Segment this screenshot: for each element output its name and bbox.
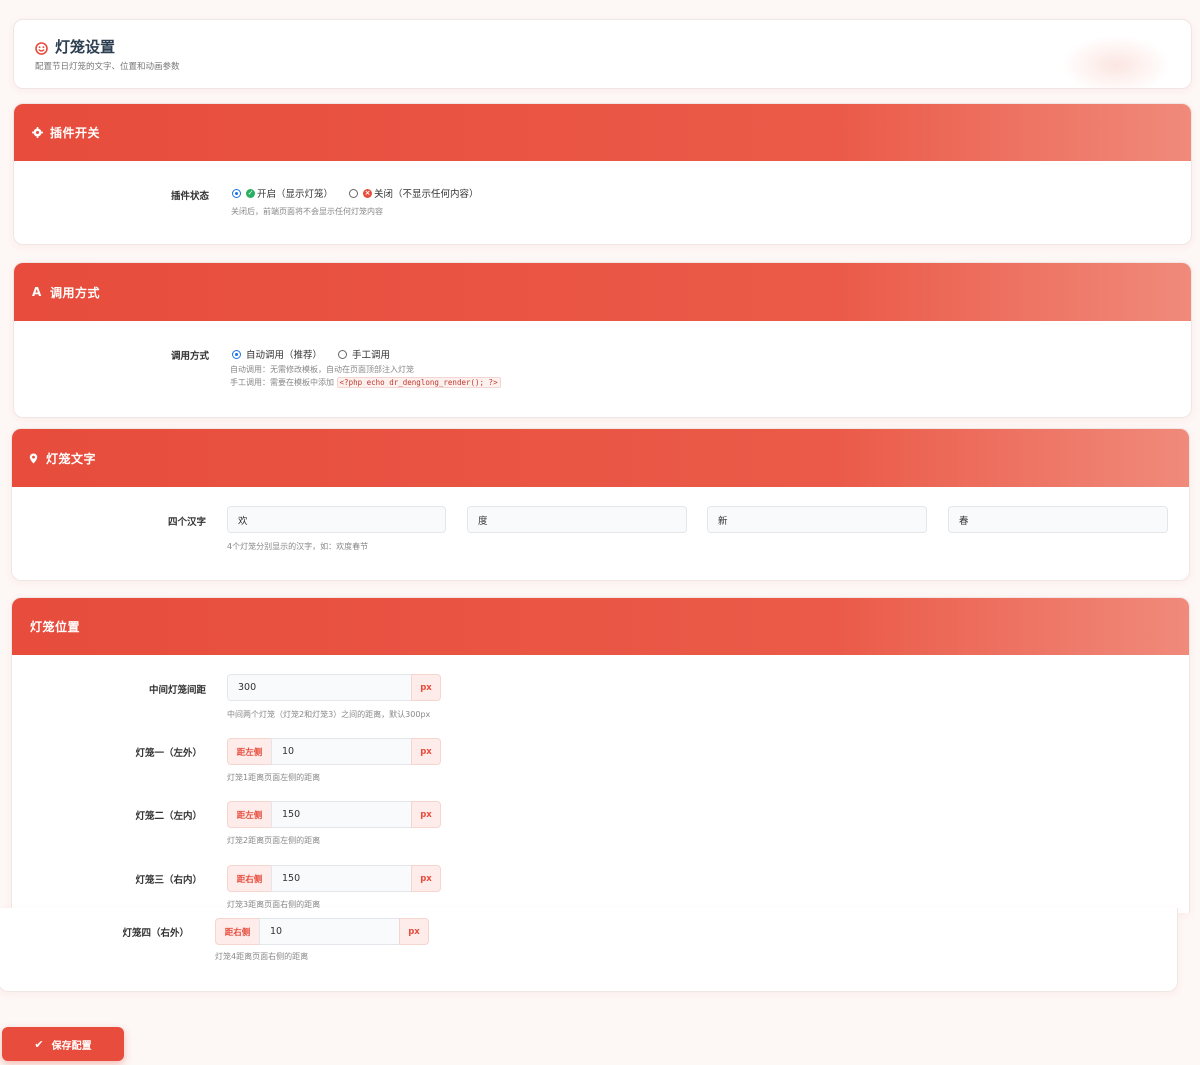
plugin-status-hint: 关闭后，前端页面将不会显示任何灯笼内容: [231, 207, 383, 216]
plugin-switch-card: 插件开关 插件状态 ✓ 开启（显示灯笼） × 关闭（不显示任何内容） 关闭后，前…: [13, 103, 1192, 245]
lantern1-label: 灯笼一（左外）: [135, 748, 202, 759]
invoke-method-label: 调用方式: [170, 351, 209, 362]
lantern-char-input-3[interactable]: 新: [707, 506, 927, 533]
invoke-auto-option[interactable]: 自动调用（推荐）: [232, 347, 322, 361]
plugin-status-label: 插件状态: [170, 191, 209, 202]
save-button[interactable]: ✔ 保存配置: [2, 1027, 124, 1061]
lantern-position-header: 灯笼位置: [12, 598, 1189, 655]
lantern-position-title: 灯笼位置: [30, 620, 81, 634]
check-circle-icon: ✓: [246, 188, 255, 198]
lantern2-label: 灯笼二（左内）: [135, 811, 202, 822]
lantern4-input[interactable]: 10: [259, 918, 400, 945]
font-a-icon: A: [32, 284, 42, 299]
lantern-text-card: 灯笼文字 四个汉字 欢 度 新 春 4个灯笼分别显示的汉字，如：欢度春节: [11, 428, 1190, 581]
invoke-code-snippet: <?php echo dr_denglong_render(); ?>: [336, 377, 501, 388]
invoke-manual-label: 手工调用: [352, 350, 391, 361]
lantern4-unit: px: [399, 918, 429, 945]
lantern-chars-label: 四个汉字: [167, 517, 206, 528]
page-header-card: 灯笼设置 配置节日灯笼的文字、位置和动画参数: [13, 19, 1192, 89]
invoke-auto-radio[interactable]: [232, 349, 241, 359]
lantern2-unit: px: [411, 801, 441, 828]
invoke-manual-radio[interactable]: [338, 349, 348, 359]
page-header-glow: [1061, 35, 1171, 88]
invoke-manual-hint: 手工调用：需要在模板中添加 <?php echo dr_denglong_ren…: [230, 377, 501, 388]
invoke-method-card: A 调用方式 调用方式 自动调用（推荐） 手工调用 自动调用：无需修改模板，自动…: [13, 262, 1192, 418]
lantern2-input[interactable]: 150: [271, 801, 412, 828]
lantern1-unit: px: [411, 738, 441, 765]
lantern-char-input-2[interactable]: 度: [467, 506, 687, 533]
lantern-char-input-1[interactable]: 欢: [227, 506, 446, 533]
lantern2-side: 距左侧: [227, 801, 272, 828]
lantern4-hint: 灯笼4距离页面右侧的距离: [215, 952, 309, 961]
gap-unit: px: [411, 674, 441, 701]
lantern1-side: 距左侧: [227, 738, 272, 765]
gap-label: 中间灯笼间距: [148, 685, 206, 696]
lantern4-side: 距右侧: [215, 918, 260, 945]
lantern3-input[interactable]: 150: [271, 865, 412, 892]
gap-hint: 中间两个灯笼（灯笼2和灯笼3）之间的距离，默认300px: [227, 710, 431, 719]
lantern3-label: 灯笼三（右内）: [135, 875, 202, 886]
plugin-on-radio[interactable]: [232, 188, 241, 198]
gear-icon: [32, 127, 43, 138]
lantern2-hint: 灯笼2距离页面左侧的距离: [227, 836, 321, 845]
lantern-char-input-4[interactable]: 春: [948, 506, 1168, 533]
invoke-method-header: A 调用方式: [14, 263, 1191, 321]
plugin-switch-title: 插件开关: [50, 126, 101, 140]
plugin-on-option[interactable]: ✓ 开启（显示灯笼）: [232, 186, 333, 200]
plugin-status-options: ✓ 开启（显示灯笼） × 关闭（不显示任何内容）: [232, 186, 479, 200]
gap-input[interactable]: 300: [227, 674, 412, 701]
invoke-manual-option[interactable]: 手工调用: [338, 347, 390, 361]
plugin-switch-header: 插件开关: [14, 104, 1191, 161]
invoke-auto-label: 自动调用（推荐）: [246, 350, 323, 361]
check-icon: ✔: [34, 1037, 44, 1051]
smiley-icon: [35, 40, 48, 55]
plugin-off-option[interactable]: × 关闭（不显示任何内容）: [349, 186, 479, 200]
lantern3-side: 距右侧: [227, 865, 272, 892]
plugin-on-label: 开启（显示灯笼）: [257, 189, 334, 200]
invoke-method-options: 自动调用（推荐） 手工调用: [232, 347, 390, 361]
page-title: 灯笼设置: [55, 38, 116, 56]
invoke-manual-hint-text: 手工调用：需要在模板中添加: [230, 378, 334, 387]
lantern1-hint: 灯笼1距离页面左侧的距离: [227, 773, 321, 782]
lantern1-input[interactable]: 10: [271, 738, 412, 765]
lantern-text-header: 灯笼文字: [12, 429, 1189, 487]
lantern-chars-hint: 4个灯笼分别显示的汉字，如：欢度春节: [227, 542, 369, 551]
lantern4-label: 灯笼四（右外）: [122, 928, 189, 939]
invoke-auto-hint: 自动调用：无需修改模板，自动在页面顶部注入灯笼: [230, 365, 414, 374]
plugin-off-radio[interactable]: [349, 188, 359, 198]
page-subtitle: 配置节日灯笼的文字、位置和动画参数: [35, 62, 180, 72]
lantern-text-title: 灯笼文字: [46, 451, 97, 466]
plugin-off-label: 关闭（不显示任何内容）: [374, 189, 479, 200]
lantern-position-continuation: 灯笼四（右外） 距右侧 10 px 灯笼4距离页面右侧的距离: [0, 908, 1178, 992]
invoke-method-title: 调用方式: [50, 285, 101, 300]
save-button-label: 保存配置: [51, 1040, 92, 1052]
lantern3-unit: px: [411, 865, 441, 892]
x-circle-icon: ×: [363, 188, 373, 198]
map-pin-icon: [28, 453, 39, 464]
lantern-position-card: 灯笼位置 中间灯笼间距 300 px 中间两个灯笼（灯笼2和灯笼3）之间的距离，…: [11, 597, 1190, 913]
